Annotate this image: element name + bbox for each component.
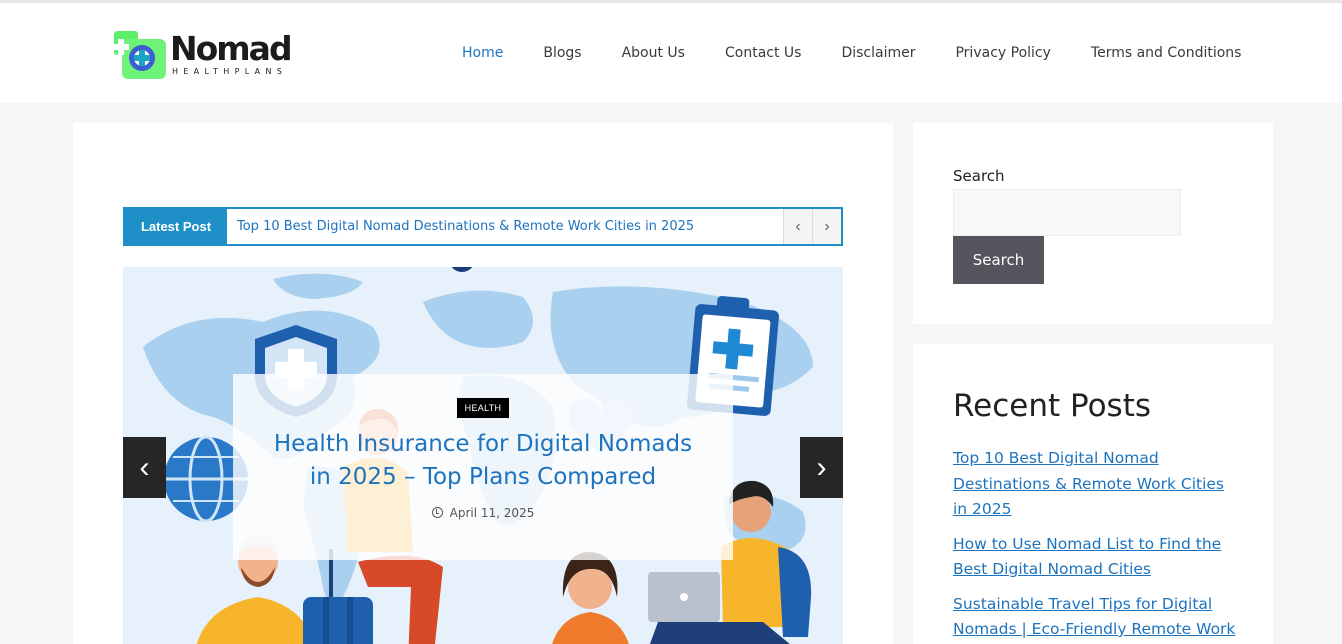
slider-next-button[interactable]: › xyxy=(800,437,843,498)
chevron-left-icon[interactable]: ‹ xyxy=(783,209,812,244)
logo-tagline: HEALTHPLANS xyxy=(172,67,288,76)
recent-post-link[interactable]: Top 10 Best Digital Nomad Destinations &… xyxy=(953,449,1224,518)
nav-home[interactable]: Home xyxy=(442,3,523,103)
site-logo[interactable]: Nomad HEALTHPLANS xyxy=(114,27,314,83)
recent-posts-title: Recent Posts xyxy=(953,388,1152,424)
nav-about-us[interactable]: About Us xyxy=(602,3,705,103)
slide-caption: HEALTH Health Insurance for Digital Noma… xyxy=(233,374,733,560)
recent-post-link[interactable]: Sustainable Travel Tips for Digital Noma… xyxy=(953,595,1235,639)
nav-contact-us[interactable]: Contact Us xyxy=(705,3,821,103)
slide-title-link[interactable]: Health Insurance for Digital Nomads in 2… xyxy=(263,428,703,494)
slider-prev-button[interactable]: ‹ xyxy=(123,437,166,498)
logo-wordmark: Nomad xyxy=(170,29,293,68)
list-item: How to Use Nomad List to Find the Best D… xyxy=(953,532,1243,583)
slide-date-text: April 11, 2025 xyxy=(449,506,535,520)
ticker-controls: ‹ › xyxy=(783,209,841,244)
ticker-link[interactable]: Top 10 Best Digital Nomad Destinations &… xyxy=(237,209,694,244)
search-button[interactable]: Search xyxy=(953,236,1044,284)
nav-blogs[interactable]: Blogs xyxy=(523,3,601,103)
recent-post-link[interactable]: How to Use Nomad List to Find the Best D… xyxy=(953,535,1221,579)
chevron-right-icon[interactable]: › xyxy=(812,209,841,244)
search-widget: Search Search xyxy=(913,123,1273,324)
list-item: Top 10 Best Digital Nomad Destinations &… xyxy=(953,446,1243,523)
category-badge[interactable]: HEALTH xyxy=(456,398,510,418)
main-nav: Home Blogs About Us Contact Us Disclaime… xyxy=(442,3,1261,103)
nav-privacy-policy[interactable]: Privacy Policy xyxy=(935,3,1070,103)
site-header: Nomad HEALTHPLANS Home Blogs About Us Co… xyxy=(0,3,1342,103)
clock-icon xyxy=(431,507,443,518)
ticker-label: Latest Post xyxy=(125,209,227,244)
nav-terms-and-conditions[interactable]: Terms and Conditions xyxy=(1071,3,1262,103)
latest-post-ticker: Latest Post Top 10 Best Digital Nomad De… xyxy=(123,207,843,246)
search-label: Search xyxy=(953,167,1005,185)
recent-posts-widget: Recent Posts Top 10 Best Digital Nomad D… xyxy=(913,344,1273,644)
nav-disclaimer[interactable]: Disclaimer xyxy=(821,3,935,103)
slide-date: April 11, 2025 xyxy=(233,506,733,520)
list-item: Sustainable Travel Tips for Digital Noma… xyxy=(953,592,1243,643)
search-input[interactable] xyxy=(953,189,1181,236)
main-content: Latest Post Top 10 Best Digital Nomad De… xyxy=(73,123,893,644)
featured-slider: HEALTH Health Insurance for Digital Noma… xyxy=(123,267,843,644)
recent-posts-list: Top 10 Best Digital Nomad Destinations &… xyxy=(953,446,1243,644)
logo-cross-icon xyxy=(114,31,166,79)
